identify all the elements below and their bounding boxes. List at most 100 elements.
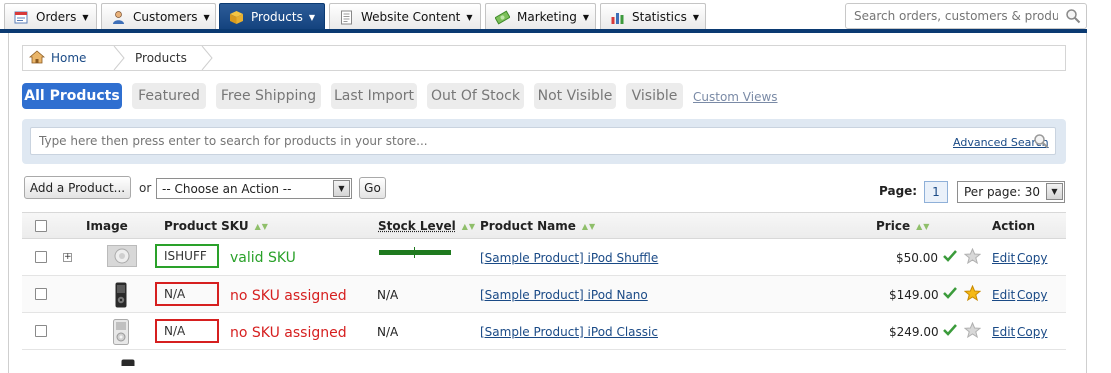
select-all-checkbox[interactable] [35, 220, 47, 232]
column-stock-label: Stock Level [378, 219, 456, 233]
grid-header: Image Product SKU ▲▼ Stock Level ▲▼ Produc… [22, 212, 1066, 239]
global-search [845, 3, 1087, 29]
custom-views-link[interactable]: Custom Views [693, 90, 778, 104]
tab-customers-label: Customers [133, 10, 198, 24]
product-thumbnail [115, 282, 127, 311]
column-stock-level[interactable]: Stock Level ▲▼ [378, 219, 476, 233]
visible-check-icon[interactable] [942, 322, 958, 341]
stock-level-value: N/A [377, 325, 398, 339]
stock-level-bar [379, 250, 451, 255]
breadcrumb: Home Products [22, 45, 1066, 71]
dropdown-arrow-icon: ▼ [333, 180, 350, 197]
orders-icon [14, 10, 29, 25]
breadcrumb-home[interactable]: Home [23, 46, 117, 70]
or-label: or [139, 181, 151, 195]
product-search-input[interactable] [37, 133, 917, 149]
tab-marketing-label: Marketing [517, 10, 577, 24]
choose-action-value: -- Choose an Action -- [162, 182, 291, 196]
sku-field[interactable]: N/A [155, 319, 219, 343]
tab-orders-label: Orders [36, 10, 76, 24]
edit-link[interactable]: Edit [992, 288, 1015, 302]
sort-arrows-icon[interactable]: ▲▼ [916, 222, 930, 231]
add-product-button[interactable]: Add a Product... [24, 176, 131, 199]
document-icon [339, 10, 354, 25]
products-box-icon [229, 10, 244, 25]
product-thumbnail [113, 319, 129, 348]
column-product-name[interactable]: Product Name ▲▼ [480, 219, 596, 233]
column-action: Action [992, 219, 1035, 233]
edit-link[interactable]: Edit [992, 251, 1015, 265]
copy-link[interactable]: Copy [1017, 325, 1047, 339]
page-label: Page: [879, 184, 917, 198]
row-checkbox[interactable] [35, 288, 47, 300]
page-number-button[interactable]: 1 [924, 181, 948, 203]
chevron-down-icon: ▼ [309, 13, 315, 22]
tab-orders[interactable]: Orders ▼ [4, 3, 97, 30]
breadcrumb-separator [205, 46, 215, 70]
product-search-box: Advanced Search [30, 127, 1056, 155]
filter-out-of-stock[interactable]: Out Of Stock [427, 83, 524, 109]
row-checkbox[interactable] [35, 325, 47, 337]
visible-check-icon[interactable] [942, 248, 958, 267]
copy-link[interactable]: Copy [1017, 288, 1047, 302]
product-name-link[interactable]: [Sample Product] iPod Shuffle [480, 251, 658, 265]
sku-status-note: no SKU assigned [230, 288, 347, 304]
tab-products-label: Products [251, 10, 303, 24]
tab-customers[interactable]: Customers ▼ [101, 3, 216, 30]
sku-field[interactable]: N/A [155, 282, 219, 306]
sort-arrows-icon[interactable]: ▲▼ [255, 222, 269, 231]
row-checkbox[interactable] [35, 251, 47, 263]
chevron-down-icon: ▼ [583, 13, 589, 22]
filter-free-shipping[interactable]: Free Shipping [216, 83, 321, 109]
sku-status-note: no SKU assigned [230, 325, 347, 341]
tab-marketing[interactable]: Marketing ▼ [485, 3, 596, 30]
top-navigation: Orders ▼ Customers ▼ Products ▼ Website … [0, 0, 1111, 33]
tab-products[interactable]: Products ▼ [219, 3, 325, 30]
sku-field[interactable]: ISHUFF [155, 244, 219, 268]
column-name-label: Product Name [480, 219, 576, 233]
column-sku[interactable]: Product SKU ▲▼ [164, 219, 269, 233]
featured-star-icon[interactable] [964, 285, 981, 304]
table-row: N/A no SKU assigned N/A [Sample Product]… [22, 276, 1066, 313]
breadcrumb-home-label: Home [51, 51, 86, 65]
product-name-link[interactable]: [Sample Product] iPod Classic [480, 325, 658, 339]
tab-statistics[interactable]: Statistics ▼ [600, 3, 706, 30]
stock-level-marker [414, 247, 415, 258]
copy-link[interactable]: Copy [1017, 251, 1047, 265]
filter-not-visible[interactable]: Not Visible [534, 83, 616, 109]
sort-arrows-icon[interactable]: ▲▼ [462, 222, 476, 231]
filter-visible[interactable]: Visible [626, 83, 683, 109]
table-row: + ISHUFF valid SKU [Sample Product] iPod… [22, 239, 1066, 276]
stock-level-value: N/A [377, 288, 398, 302]
column-price[interactable]: Price ▲▼ [876, 219, 930, 233]
tab-website-content[interactable]: Website Content ▼ [329, 3, 481, 30]
filter-featured[interactable]: Featured [132, 83, 206, 109]
chevron-down-icon: ▼ [82, 13, 88, 22]
home-icon [29, 50, 45, 67]
search-icon[interactable] [1033, 133, 1049, 152]
price-value: $50.00 [896, 251, 938, 265]
global-search-input[interactable] [852, 8, 1060, 24]
money-icon [495, 10, 510, 25]
go-button[interactable]: Go [359, 177, 386, 199]
per-page-select[interactable]: Per page: 30 ▼ [957, 181, 1065, 203]
breadcrumb-separator [117, 46, 127, 70]
product-thumbnail [121, 355, 135, 369]
featured-star-icon[interactable] [964, 248, 981, 267]
breadcrumb-current: Products [127, 46, 187, 70]
expand-row-icon[interactable]: + [63, 253, 72, 262]
featured-star-icon[interactable] [964, 322, 981, 341]
column-image: Image [86, 219, 128, 233]
filter-last-import[interactable]: Last Import [331, 83, 417, 109]
tab-statistics-label: Statistics [632, 10, 687, 24]
search-icon[interactable] [1065, 8, 1081, 27]
price-value: $249.00 [889, 325, 939, 339]
sort-arrows-icon[interactable]: ▲▼ [582, 222, 596, 231]
filter-all-products[interactable]: All Products [22, 83, 122, 109]
sku-status-note: valid SKU [230, 250, 296, 266]
choose-action-select[interactable]: -- Choose an Action -- ▼ [156, 178, 352, 199]
visible-check-icon[interactable] [942, 285, 958, 304]
edit-link[interactable]: Edit [992, 325, 1015, 339]
product-name-link[interactable]: [Sample Product] iPod Nano [480, 288, 648, 302]
chevron-down-icon: ▼ [466, 13, 472, 22]
